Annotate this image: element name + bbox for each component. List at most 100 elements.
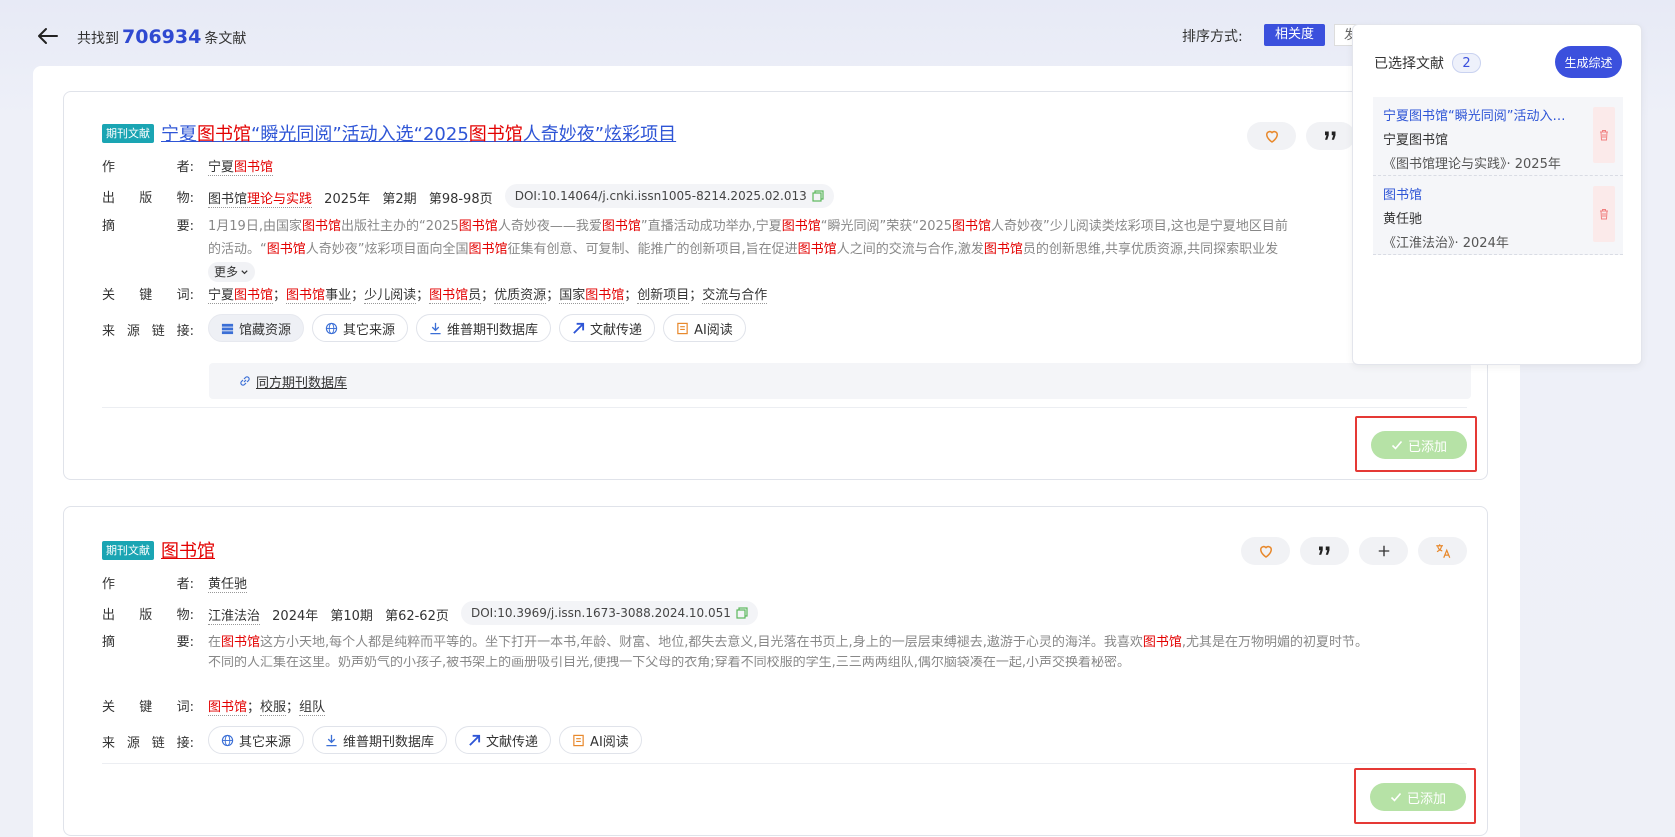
keyword-link[interactable]: 创新项目 xyxy=(637,288,690,304)
favorite-button[interactable] xyxy=(1247,122,1296,150)
globe-icon xyxy=(325,322,338,334)
keyword-link[interactable]: 宁夏图书馆 xyxy=(208,288,274,304)
keyword-separator: ； xyxy=(351,288,365,303)
added-button[interactable]: 已添加 xyxy=(1370,783,1466,811)
card-divider xyxy=(102,407,1467,408)
other-source-button[interactable]: 其它来源 xyxy=(208,726,305,754)
text-segment: 优质资源 xyxy=(494,288,547,303)
record-type-tag: 期刊文献 xyxy=(102,540,154,560)
other-source-button[interactable]: 其它来源 xyxy=(312,314,409,342)
author-link[interactable]: 宁夏图书馆 xyxy=(208,156,274,176)
text-segment: 人奇妙夜”炫彩项目 xyxy=(522,124,677,145)
more-button[interactable]: 更多 xyxy=(208,262,256,282)
keyword-link[interactable]: 组队 xyxy=(299,700,326,716)
document-delivery-button[interactable]: 文献传递 xyxy=(559,314,656,342)
text-segment: “瞬光同阅”活动入选“2025 xyxy=(251,124,469,145)
document-delivery-button[interactable]: 文献传递 xyxy=(455,726,552,754)
author-field: 作者: 宁夏图书馆 xyxy=(102,156,274,176)
highlighted-term: 图书馆 xyxy=(234,160,274,175)
copy-icon[interactable] xyxy=(736,607,748,619)
back-arrow-icon[interactable] xyxy=(36,24,60,48)
chevron-down-icon xyxy=(241,269,248,274)
text-segment: 国家 xyxy=(559,288,586,303)
keyword-link[interactable]: 图书馆员 xyxy=(429,288,482,304)
text-segment: 员的创新思维,共享优质资源,共同探索职业发 xyxy=(1022,242,1279,257)
add-button[interactable] xyxy=(1359,537,1408,565)
text-segment: “瞬光同阅”荣获“2025 xyxy=(820,219,953,234)
holdings-source-button[interactable]: 馆藏资源 xyxy=(208,314,305,342)
added-highlight-box: 已添加 xyxy=(1354,768,1476,824)
text-segment: 出版社主办的“2025 xyxy=(340,219,459,234)
doi-badge: DOI:10.3969/j.issn.1673-3088.2024.10.051 xyxy=(461,601,758,625)
vip-database-button[interactable]: 维普期刊数据库 xyxy=(312,726,448,754)
ai-reading-button[interactable]: AI阅读 xyxy=(663,314,746,342)
translate-button[interactable] xyxy=(1418,537,1467,565)
keyword-separator: ； xyxy=(481,288,495,303)
download-icon xyxy=(430,322,441,334)
keyword-separator: ； xyxy=(273,288,287,303)
translate-icon xyxy=(1435,544,1450,558)
keyword-link[interactable]: 国家图书馆 xyxy=(559,288,625,304)
ai-book-icon xyxy=(573,734,584,746)
selected-item-source: 《图书馆理论与实践》· 2025年 xyxy=(1383,157,1561,172)
field-label: 出版物: xyxy=(102,608,194,623)
issue: 第10期 xyxy=(330,609,373,624)
result-count-number: 706934 xyxy=(122,26,202,48)
added-button[interactable]: 已添加 xyxy=(1371,431,1467,459)
field-label: 摘要: xyxy=(102,219,194,234)
abstract-line: 在图书馆这方小天地,每个人都是纯粹而平等的。坐下打开一本书,年龄、财富、地位,都… xyxy=(208,630,1448,656)
tongfang-database-link[interactable]: 同方期刊数据库 xyxy=(239,372,347,391)
text-segment: 人奇妙夜”少儿阅读类炫彩项目,这也是宁夏地区目前 xyxy=(991,219,1288,234)
record-title-link[interactable]: 宁夏图书馆“瞬光同阅”活动入选“2025图书馆人奇妙夜”炫彩项目 xyxy=(161,120,676,146)
card-divider xyxy=(102,763,1467,764)
keyword-link[interactable]: 图书馆事业 xyxy=(286,288,352,304)
selected-item-title[interactable]: 图书馆 xyxy=(1383,184,1578,203)
delete-button[interactable] xyxy=(1593,186,1615,242)
journal-link[interactable]: 江淮法治 xyxy=(208,609,261,625)
record-actions xyxy=(1241,537,1467,565)
arrow-up-right-icon xyxy=(469,734,481,746)
keyword-separator: ； xyxy=(546,288,560,303)
ai-reading-button[interactable]: AI阅读 xyxy=(559,726,642,754)
highlighted-term: 图书馆 xyxy=(1142,635,1182,650)
globe-icon xyxy=(221,734,234,746)
record-type-tag: 期刊文献 xyxy=(102,123,154,143)
highlighted-term: 图书馆 xyxy=(301,219,341,234)
keyword-link[interactable]: 图书馆 xyxy=(208,700,248,716)
field-label: 出版物: xyxy=(102,191,194,206)
selected-item-title[interactable]: 宁夏图书馆“瞬光同阅”活动入选“2025图书馆人奇妙夜”炫彩项目 xyxy=(1383,105,1578,124)
ai-book-icon xyxy=(677,322,688,334)
selected-count-badge: 2 xyxy=(1452,53,1481,73)
text-segment: 事业 xyxy=(325,288,352,303)
trash-icon xyxy=(1600,209,1608,220)
journal-link[interactable]: 图书馆理论与实践 xyxy=(208,192,313,208)
result-card: 期刊文献 宁夏图书馆“瞬光同阅”活动入选“2025图书馆人奇妙夜”炫彩项目 作者… xyxy=(63,91,1488,480)
keyword-link[interactable]: 交流与合作 xyxy=(702,288,768,304)
author-link[interactable]: 黄任驰 xyxy=(208,573,248,593)
favorite-button[interactable] xyxy=(1241,537,1290,565)
cite-button[interactable] xyxy=(1306,122,1355,150)
cite-button[interactable] xyxy=(1300,537,1349,565)
field-label: 关键词: xyxy=(102,288,194,303)
generate-review-button[interactable]: 生成综述 xyxy=(1555,46,1622,78)
keyword-link[interactable]: 优质资源 xyxy=(494,288,547,304)
text-segment: 宁夏 xyxy=(161,124,197,145)
highlighted-term: 图书馆 xyxy=(585,288,625,303)
sort-relevance-button[interactable]: 相关度 xyxy=(1264,24,1326,46)
trash-icon xyxy=(1600,130,1608,141)
text-segment: ”直播活动成功举办,宁夏 xyxy=(640,219,782,234)
plus-icon xyxy=(1378,545,1389,557)
text-segment: 创新项目 xyxy=(637,288,690,303)
added-highlight-box: 已添加 xyxy=(1355,416,1477,472)
copy-icon[interactable] xyxy=(812,190,824,202)
check-icon xyxy=(1391,440,1403,450)
publication-value: 图书馆理论与实践 2025年 第2期 第98-98页 DOI:10.14064/… xyxy=(208,184,834,211)
text-segment: 人之间的交流与合作,激发 xyxy=(836,242,984,257)
keyword-list: 宁夏图书馆；图书馆事业；少儿阅读；图书馆员；优质资源；国家图书馆；创新项目；交流… xyxy=(208,284,768,304)
delete-button[interactable] xyxy=(1593,107,1615,163)
vip-database-button[interactable]: 维普期刊数据库 xyxy=(416,314,552,342)
keyword-link[interactable]: 少儿阅读 xyxy=(364,288,417,304)
record-title-link[interactable]: 图书馆 xyxy=(161,537,215,563)
keyword-link[interactable]: 校服 xyxy=(260,700,287,716)
record-actions xyxy=(1247,122,1355,150)
